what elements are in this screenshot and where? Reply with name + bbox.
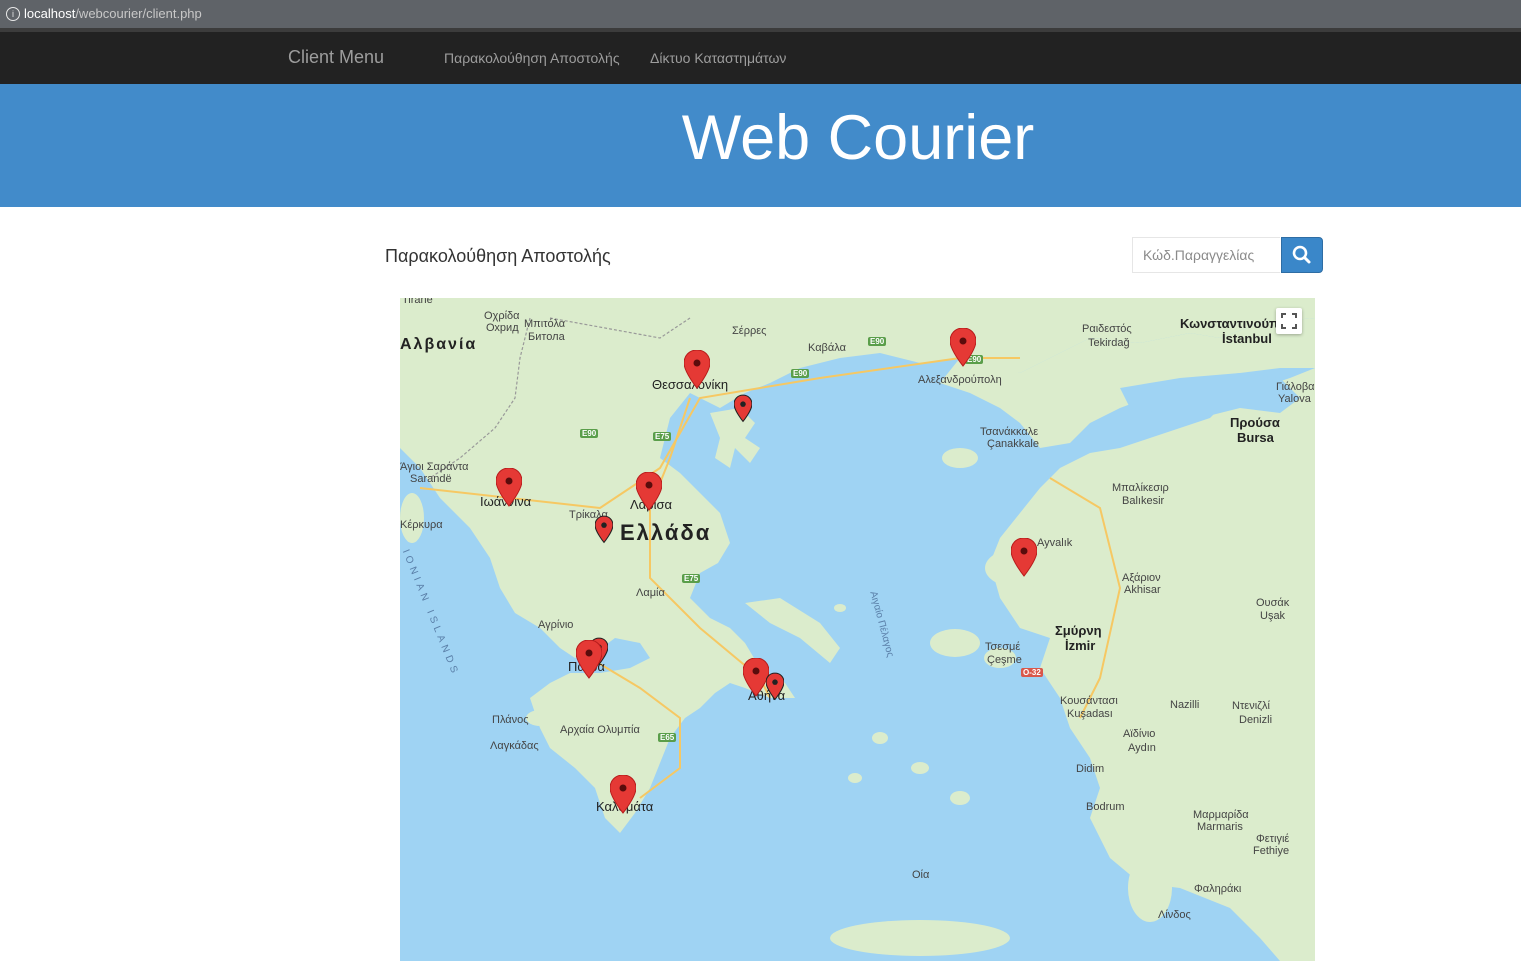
tracking-heading: Παρακολούθηση Αποστολής [385,246,611,266]
map-label-fethiye: Φετιγιέ [1256,833,1290,845]
map-label-pyrgos: Πλάνος [492,714,529,726]
browser-address-bar[interactable]: i localhost/webcourier/client.php [0,0,1521,28]
map-label-prousa: Προύσα [1230,415,1280,430]
map-label-didim: Didim [1076,763,1105,775]
order-code-input[interactable] [1132,237,1280,273]
map-label-marmaris: Μαρμαρίδα [1193,809,1249,821]
nav-link-tracking[interactable]: Παρακολούθηση Αποστολής [444,50,620,66]
road-badge-e90: E90 [580,429,599,438]
map-label-ohrid: Οχρίδα [484,310,520,322]
map-label-cesme: Τσεσμέ [985,641,1021,653]
map-label-lagkadas: Λαγκάδας [490,740,539,752]
map-marker-patra[interactable] [576,640,602,680]
map-label-denizli: Ντενιζλί [1232,700,1270,712]
map-label-bitola: Μπιτόλα [524,318,566,330]
map-marker-ioannina[interactable] [496,468,522,508]
navbar-brand[interactable]: Client Menu [288,47,384,68]
info-icon[interactable]: i [6,7,20,21]
map-label-bursa: Bursa [1237,430,1274,445]
map-marker-mytilene[interactable] [1011,538,1037,578]
url-text[interactable]: localhost/webcourier/client.php [24,6,202,21]
map-label-balikesir-local: Balıkesir [1122,495,1165,507]
map-label-ohrid-local: Охрид [486,322,519,334]
shipment-map[interactable]: Tirane Αλβανία Οχρίδα Охрид Μπιτόλα Бито… [400,298,1315,961]
map-marker-chalkidiki[interactable] [734,394,752,424]
map-label-yalova: Γιάλοβα [1276,381,1315,393]
hero-banner: Web Courier [0,84,1521,207]
map-label-nazilli: Nazilli [1170,699,1200,711]
map-label-sarande-local: Sarandë [410,473,452,485]
fullscreen-icon [1281,313,1297,329]
map-label-alexandroupoli: Αλεξανδρούπολη [918,374,1002,386]
map-label-kusadasi: Κουσάντασι [1060,695,1118,707]
map-label-ayvalik: Ayvalık [1037,537,1073,549]
road-badge-e65: E65 [658,733,677,742]
map-label-usak-local: Uşak [1260,610,1286,622]
map-marker-athina-secondary[interactable] [766,672,784,702]
map-label-lindos: Λίνδος [1158,909,1191,921]
map-label-istanbul: İstanbul [1222,331,1272,346]
search-button[interactable] [1281,237,1323,273]
map-label-canakkale: Τσανάκκαλε [980,426,1039,438]
road-badge-o32: O-32 [1021,668,1043,677]
map-label-marmaris-local: Marmaris [1197,821,1243,833]
top-navbar: Client Menu Παρακολούθηση Αποστολής Δίκτ… [0,32,1521,84]
map-marker-kalamata[interactable] [610,775,636,815]
map-label-serres: Σέρρες [732,325,767,337]
map-label-kerkyra: Κέρκυρα [400,519,443,531]
map-label-smyrni: Σμύρνη [1055,623,1102,638]
map-label-bitola-local: Битола [528,331,565,343]
map-label-tirane: Tirane [402,298,433,306]
map-label-kavala: Καβάλα [808,342,846,354]
map-label-balikesir: Μπαλίκεσιρ [1112,482,1169,494]
map-label-lamia: Λαμία [636,587,665,599]
road-badge-e75: E75 [653,432,672,441]
map-label-yalova-local: Yalova [1278,393,1311,405]
map-label-canakkale-local: Çanakkale [987,438,1039,450]
map-fullscreen-button[interactable] [1276,308,1302,334]
map-label-fethiye-local: Fethiye [1253,845,1290,857]
map-label-archaia-olympia: Αρχαία Ολυμπία [560,724,640,736]
map-label-izmir: İzmir [1065,638,1096,653]
map-marker-larisa[interactable] [636,472,662,512]
map-label-aydin: Aydın [1128,742,1156,754]
map-label-aidinio: Αϊδίνιο [1123,728,1156,740]
page-title: Web Courier [681,103,1035,173]
map-label-usak: Ουσάκ [1256,597,1290,609]
map-label-cesme-local: Çeşme [987,654,1022,666]
map-marker-thessaloniki[interactable] [684,350,710,390]
map-label-akhisar: Αξάριον [1122,572,1161,584]
map-label-tekirdag: Tekirdağ [1088,337,1130,349]
road-badge-e75: E75 [682,574,701,583]
map-marker-trikala[interactable] [595,515,613,545]
map-marker-alexandroupoli[interactable] [950,328,976,368]
nav-link-store-network[interactable]: Δίκτυο Καταστημάτων [650,50,786,66]
map-label-faliraki: Φαληράκι [1194,883,1242,895]
map-label-oia: Οία [912,869,930,881]
map-label-agrinio: Αγρίνιο [538,619,574,631]
map-label-denizli-local: Denizli [1239,714,1273,726]
map-label-rodestos: Ραιδεστός [1082,323,1132,335]
map-label-kusadasi-local: Kuşadası [1067,708,1113,720]
road-badge-e90: E90 [868,337,887,346]
map-label-akhisar-local: Akhisar [1124,584,1161,596]
map-label-greece: Ελλάδα [620,520,712,545]
road-badge-e90: E90 [791,369,810,378]
search-icon [1292,245,1311,264]
map-label-albania: Αλβανία [400,336,478,353]
map-label-sarande: Άγιοι Σαράντα [400,461,469,473]
map-label-bodrum: Bodrum [1086,801,1125,813]
